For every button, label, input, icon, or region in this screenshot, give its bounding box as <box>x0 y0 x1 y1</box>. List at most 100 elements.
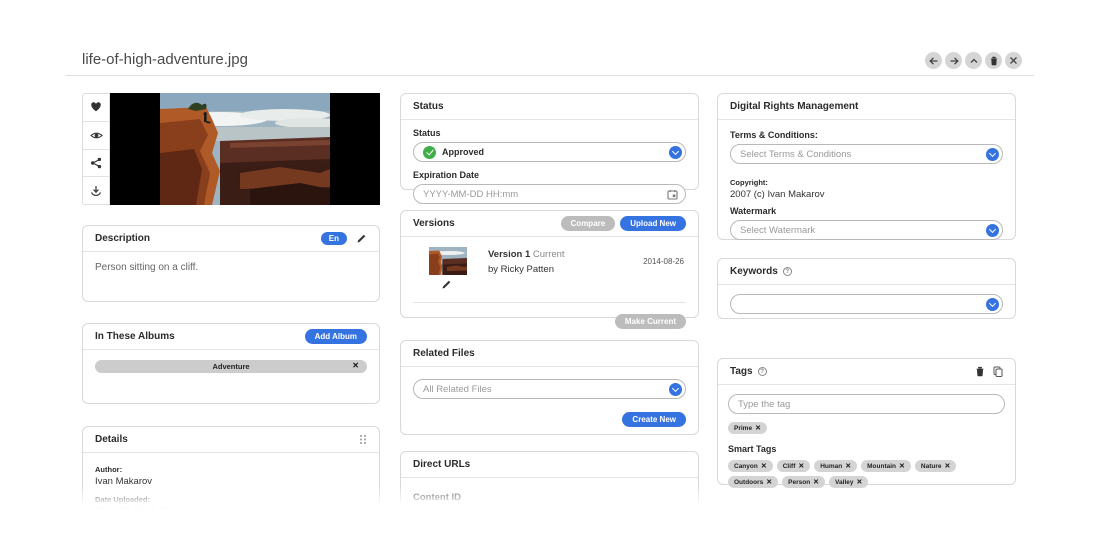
canyon-photo-thumb <box>429 247 467 275</box>
expiration-input[interactable] <box>423 188 667 200</box>
forward-button[interactable] <box>945 52 962 69</box>
preview-toolbar <box>82 93 110 205</box>
related-files-select[interactable]: All Related Files <box>413 379 686 399</box>
date-uploaded-value: 2014-08-26 15:28 <box>95 506 171 517</box>
status-panel-title: Status <box>413 101 444 112</box>
remove-tag-icon[interactable]: ✕ <box>761 462 767 470</box>
page-title: life-of-high-adventure.jpg <box>82 51 248 68</box>
help-icon[interactable]: ? <box>757 367 767 376</box>
share-icon <box>91 157 102 169</box>
smart-tag-chip: Nature ✕ <box>914 460 957 472</box>
tag-input-field[interactable] <box>728 394 1005 414</box>
upload-new-button[interactable]: Upload New <box>620 216 686 231</box>
author-value: Ivan Makarov <box>95 476 153 487</box>
chevron-down-icon[interactable] <box>669 145 682 159</box>
smart-tag-chip: Mountain ✕ <box>861 460 911 472</box>
version-date: 2014-08-26 <box>643 257 684 266</box>
chevron-up-icon <box>970 58 977 63</box>
delete-button[interactable] <box>985 52 1002 69</box>
keywords-panel: Keywords ? <box>717 258 1016 319</box>
download-button[interactable] <box>83 177 109 204</box>
edit-version-icon[interactable] <box>441 279 452 290</box>
smart-tag-chip: Valley ✕ <box>829 476 869 488</box>
back-button[interactable] <box>925 52 942 69</box>
add-album-button[interactable]: Add Album <box>304 329 367 344</box>
tag-label: Mountain <box>867 462 897 470</box>
chevron-down-icon[interactable] <box>986 223 999 237</box>
drm-panel: Digital Rights Management Terms & Condit… <box>717 93 1016 240</box>
smart-tag-chip: Person ✕ <box>782 476 826 488</box>
delete-tags-icon[interactable] <box>975 366 985 377</box>
tag-label: Prime <box>734 424 753 432</box>
smart-tag-chip: Cliff ✕ <box>776 460 811 472</box>
drag-handle-icon[interactable] <box>359 434 367 445</box>
chevron-down-icon[interactable] <box>986 147 999 161</box>
trash-icon <box>990 56 997 65</box>
versions-panel: Versions Compare Upload New Version 1 Cu… <box>400 210 699 329</box>
status-value: Approved <box>442 147 485 157</box>
remove-tag-icon[interactable]: ✕ <box>813 478 819 486</box>
tag-label: Valley <box>835 478 854 486</box>
copyright-value: 2007 (c) Ivan Makarov <box>730 189 825 200</box>
album-chip: Adventure ✕ <box>95 360 367 373</box>
header-nav <box>925 52 1022 69</box>
chevron-down-icon[interactable] <box>986 297 999 311</box>
watermark-select[interactable]: Select Watermark <box>730 220 1003 240</box>
remove-tag-icon[interactable]: ✕ <box>755 424 761 432</box>
preview-button[interactable] <box>83 122 109 150</box>
tag-label: Person <box>788 478 811 486</box>
approved-check-icon <box>423 145 436 159</box>
remove-tag-icon[interactable]: ✕ <box>899 462 905 470</box>
create-new-button[interactable]: Create New <box>622 412 686 427</box>
expiration-label: Expiration Date <box>413 170 480 180</box>
description-title: Description <box>95 233 151 244</box>
eye-icon <box>89 132 103 139</box>
smart-tag-chip: Outdoors ✕ <box>728 476 779 488</box>
smart-tags-label: Smart Tags <box>728 444 777 454</box>
status-select[interactable]: Approved <box>413 142 686 162</box>
watermark-label: Watermark <box>730 206 777 216</box>
terms-placeholder: Select Terms & Conditions <box>740 148 852 160</box>
tag-input[interactable] <box>738 398 997 410</box>
edit-icon[interactable] <box>356 233 367 244</box>
details-panel: Details Author: Ivan Makarov Date Upload… <box>82 426 380 536</box>
copyright-label: Copyright: <box>730 178 768 187</box>
share-button[interactable] <box>83 150 109 178</box>
keywords-select[interactable] <box>730 294 1003 314</box>
asset-detail-page: life-of-high-adventure.jpg Description E… <box>0 0 1100 551</box>
terms-select[interactable]: Select Terms & Conditions <box>730 144 1003 164</box>
close-button[interactable] <box>1005 52 1022 69</box>
watermark-placeholder: Select Watermark <box>740 224 816 236</box>
help-icon[interactable]: ? <box>782 267 792 276</box>
remove-tag-icon[interactable]: ✕ <box>798 462 804 470</box>
status-field-label: Status <box>413 128 441 138</box>
language-badge[interactable]: En <box>320 232 347 245</box>
remove-tag-icon[interactable]: ✕ <box>945 462 951 470</box>
tag-label: Nature <box>920 462 942 470</box>
version-author: by Ricky Patten <box>488 264 554 275</box>
drm-title: Digital Rights Management <box>730 101 859 112</box>
albums-title: In These Albums <box>95 331 175 342</box>
remove-album-icon[interactable]: ✕ <box>352 361 359 370</box>
version-state: Current <box>532 249 565 260</box>
related-files-title: Related Files <box>413 348 475 359</box>
make-current-button[interactable]: Make Current <box>614 314 686 329</box>
heart-icon <box>91 102 101 112</box>
expiration-field[interactable] <box>413 184 686 204</box>
version-thumbnail <box>429 247 467 275</box>
content-id-label: Content ID <box>413 492 462 503</box>
terms-label: Terms & Conditions: <box>730 130 818 140</box>
version-name: Version 1 <box>488 249 531 260</box>
collapse-button[interactable] <box>965 52 982 69</box>
compare-button[interactable]: Compare <box>560 216 616 231</box>
keywords-title: Keywords <box>730 266 778 277</box>
remove-tag-icon[interactable]: ✕ <box>856 478 862 486</box>
chevron-down-icon[interactable] <box>669 382 682 396</box>
album-name: Adventure <box>212 362 250 371</box>
calendar-icon[interactable] <box>667 189 678 200</box>
remove-tag-icon[interactable]: ✕ <box>766 478 772 486</box>
remove-tag-icon[interactable]: ✕ <box>845 462 851 470</box>
asset-preview[interactable] <box>110 93 380 205</box>
copy-tags-icon[interactable] <box>993 366 1003 377</box>
favorite-button[interactable] <box>83 94 109 122</box>
